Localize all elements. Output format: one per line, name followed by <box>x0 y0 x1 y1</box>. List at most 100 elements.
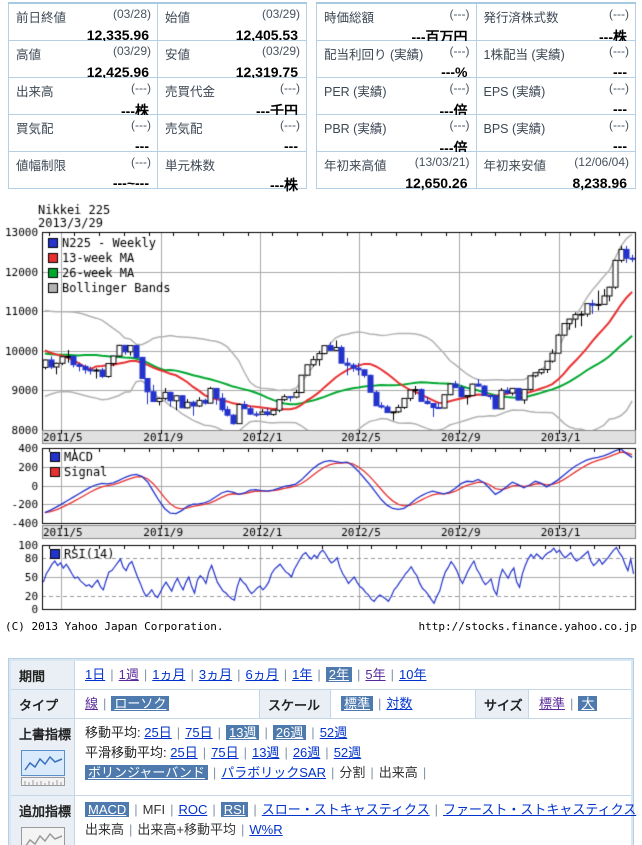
price-limit-cell: 値幅制限(---)---~--- <box>9 152 158 189</box>
ema-75d[interactable]: 75日 <box>211 745 238 760</box>
period-10year[interactable]: 10年 <box>399 667 426 682</box>
chart-settings-panel: 期間 1日|1週|1ヵ月|3ヵ月|6ヵ月|1年|2年|5年|10年 タイプ 線|… <box>8 658 634 845</box>
indicator-roc[interactable]: ROC <box>178 802 207 817</box>
ma-75d[interactable]: 75日 <box>185 725 212 740</box>
separator: | <box>311 725 314 740</box>
size-large[interactable]: 大 <box>578 696 597 711</box>
cell-date: (03/28) <box>113 7 151 26</box>
cell-date: (---) <box>450 44 470 63</box>
cell-date: (---) <box>450 118 470 137</box>
type-candlestick[interactable]: ローソク <box>111 696 169 711</box>
prev-close-cell: 前日終値(03/28)12,335.96 <box>9 4 158 41</box>
overlay-header: 上書指標 <box>11 719 75 795</box>
separator: | <box>284 745 287 760</box>
eps-cell: EPS (実績)(---)--- <box>477 78 637 115</box>
cell-label: PBR (実績) <box>324 118 387 137</box>
cell-date: (---) <box>609 118 629 137</box>
cell-value: 8,238.96 <box>477 174 636 191</box>
cell-label: 年初来安値 <box>484 155 547 174</box>
indicator-slow-stochastics[interactable]: スロー・ストキャスティクス <box>262 802 430 817</box>
period-options: 1日|1週|1ヵ月|3ヵ月|6ヵ月|1年|2年|5年|10年 <box>75 661 631 689</box>
cell-date: (03/29) <box>262 44 300 63</box>
cell-label: 値幅制限 <box>16 155 66 174</box>
period-5year[interactable]: 5年 <box>365 667 385 682</box>
overlay-indicators-row: 上書指標 移動平均: 25日|75日|13週|26週|52週 平滑移動平均 <box>11 719 631 796</box>
separator: | <box>103 696 106 711</box>
period-1day[interactable]: 1日 <box>85 667 105 682</box>
volume-cell: 出来高(---)---株 <box>9 78 158 115</box>
period-6month[interactable]: 6ヵ月 <box>246 667 279 682</box>
size-standard[interactable]: 標準 <box>539 696 565 711</box>
type-header: タイプ <box>11 690 75 718</box>
indicator-wpr[interactable]: W%R <box>249 822 282 837</box>
separator: | <box>244 745 247 760</box>
cell-label: EPS (実績) <box>484 81 546 100</box>
dividend-yield-cell: 配当利回り (実績)(---)---% <box>317 41 477 78</box>
ema-prefix: 平滑移動平均: <box>85 745 167 760</box>
cell-label: 発行済株式数 <box>484 7 559 26</box>
separator: | <box>284 667 287 682</box>
ema-26w[interactable]: 26週 <box>293 745 320 760</box>
cell-value: ---株 <box>158 174 306 195</box>
ma-25d[interactable]: 25日 <box>144 725 171 740</box>
ema-13w[interactable]: 13週 <box>252 745 279 760</box>
quote-table-left: 前日終値(03/28)12,335.96 始値(03/29)12,405.53 … <box>8 2 307 189</box>
bid-cell: 買気配(---)--- <box>9 115 158 152</box>
scale-header: スケール <box>259 690 331 718</box>
dividend-per-share-cell: 1株配当 (実績)(---)--- <box>477 41 637 78</box>
indicator-volume-ma: 出来高+移動平均 <box>137 822 236 837</box>
bollinger-bands[interactable]: ボリンジャーバンド <box>85 765 208 780</box>
additional-indicators-row: 追加指標 MACD|MFI|ROC|RSI|スロー・ストキャスティクス|ファース… <box>11 796 631 845</box>
type-line[interactable]: 線 <box>85 696 98 711</box>
ema-52w[interactable]: 52週 <box>334 745 361 760</box>
ma-52w[interactable]: 52週 <box>320 725 347 740</box>
cell-label: BPS (実績) <box>484 118 546 137</box>
indicator-rsi[interactable]: RSI <box>221 802 249 817</box>
period-1month[interactable]: 1ヵ月 <box>152 667 185 682</box>
overlay-options: 移動平均: 25日 | 75日 | 13週 | 26週 | 52週 平滑移動平均: 25日 | 75… <box>75 719 631 795</box>
cell-label: 売買代金 <box>165 81 215 100</box>
indicator-fast-stochastics[interactable]: ファースト・ストキャスティクス <box>443 802 636 817</box>
cell-value: ---~--- <box>9 174 157 191</box>
ma-13w[interactable]: 13週 <box>226 725 259 740</box>
shares-outstanding-cell: 発行済株式数(---)---株 <box>477 4 637 41</box>
cell-date: (13/03/21) <box>415 155 470 174</box>
additional-header: 追加指標 <box>11 796 75 845</box>
size-header: サイズ <box>475 690 529 718</box>
period-1week[interactable]: 1週 <box>119 667 139 682</box>
market-cap-cell: 時価総額(---)---百万円 <box>317 4 477 41</box>
cell-label: PER (実績) <box>324 81 387 100</box>
cell-date: (---) <box>450 81 470 100</box>
period-3month[interactable]: 3ヵ月 <box>199 667 232 682</box>
cell-label: 年初来高値 <box>324 155 387 174</box>
ma-26w[interactable]: 26週 <box>273 725 306 740</box>
pbr-cell: PBR (実績)(---)---倍 <box>317 115 477 152</box>
high-cell: 高値(03/29)12,425.96 <box>9 41 158 78</box>
ema-25d[interactable]: 25日 <box>170 745 197 760</box>
cell-value: 12,650.26 <box>317 174 476 191</box>
quote-summary-tables: 前日終値(03/28)12,335.96 始値(03/29)12,405.53 … <box>8 2 636 189</box>
period-1year[interactable]: 1年 <box>292 667 312 682</box>
ask-cell: 売気配(---)--- <box>158 115 307 152</box>
ma-prefix: 移動平均: <box>85 725 141 740</box>
scale-standard[interactable]: 標準 <box>341 696 373 711</box>
separator: | <box>241 822 244 837</box>
cell-label: 安値 <box>165 44 190 63</box>
per-cell: PER (実績)(---)---倍 <box>317 78 477 115</box>
cell-date: (---) <box>609 44 629 63</box>
scale-options: 標準|対数 <box>331 690 475 718</box>
separator: | <box>203 745 206 760</box>
cell-date: (---) <box>609 81 629 100</box>
indicator-macd[interactable]: MACD <box>85 802 129 817</box>
cell-label: 高値 <box>16 44 41 63</box>
separator: | <box>423 765 426 780</box>
period-row: 期間 1日|1週|1ヵ月|3ヵ月|6ヵ月|1年|2年|5年|10年 <box>11 661 631 690</box>
cell-date: (---) <box>280 81 300 100</box>
scale-log[interactable]: 対数 <box>386 696 412 711</box>
parabolic-sar[interactable]: パラボリックSAR <box>221 765 326 780</box>
period-2year[interactable]: 2年 <box>326 667 352 682</box>
cell-label: 前日終値 <box>16 7 66 26</box>
cell-date: (12/06/04) <box>574 155 629 174</box>
mini-volume-chart-icon <box>21 827 66 845</box>
separator: | <box>253 802 256 817</box>
